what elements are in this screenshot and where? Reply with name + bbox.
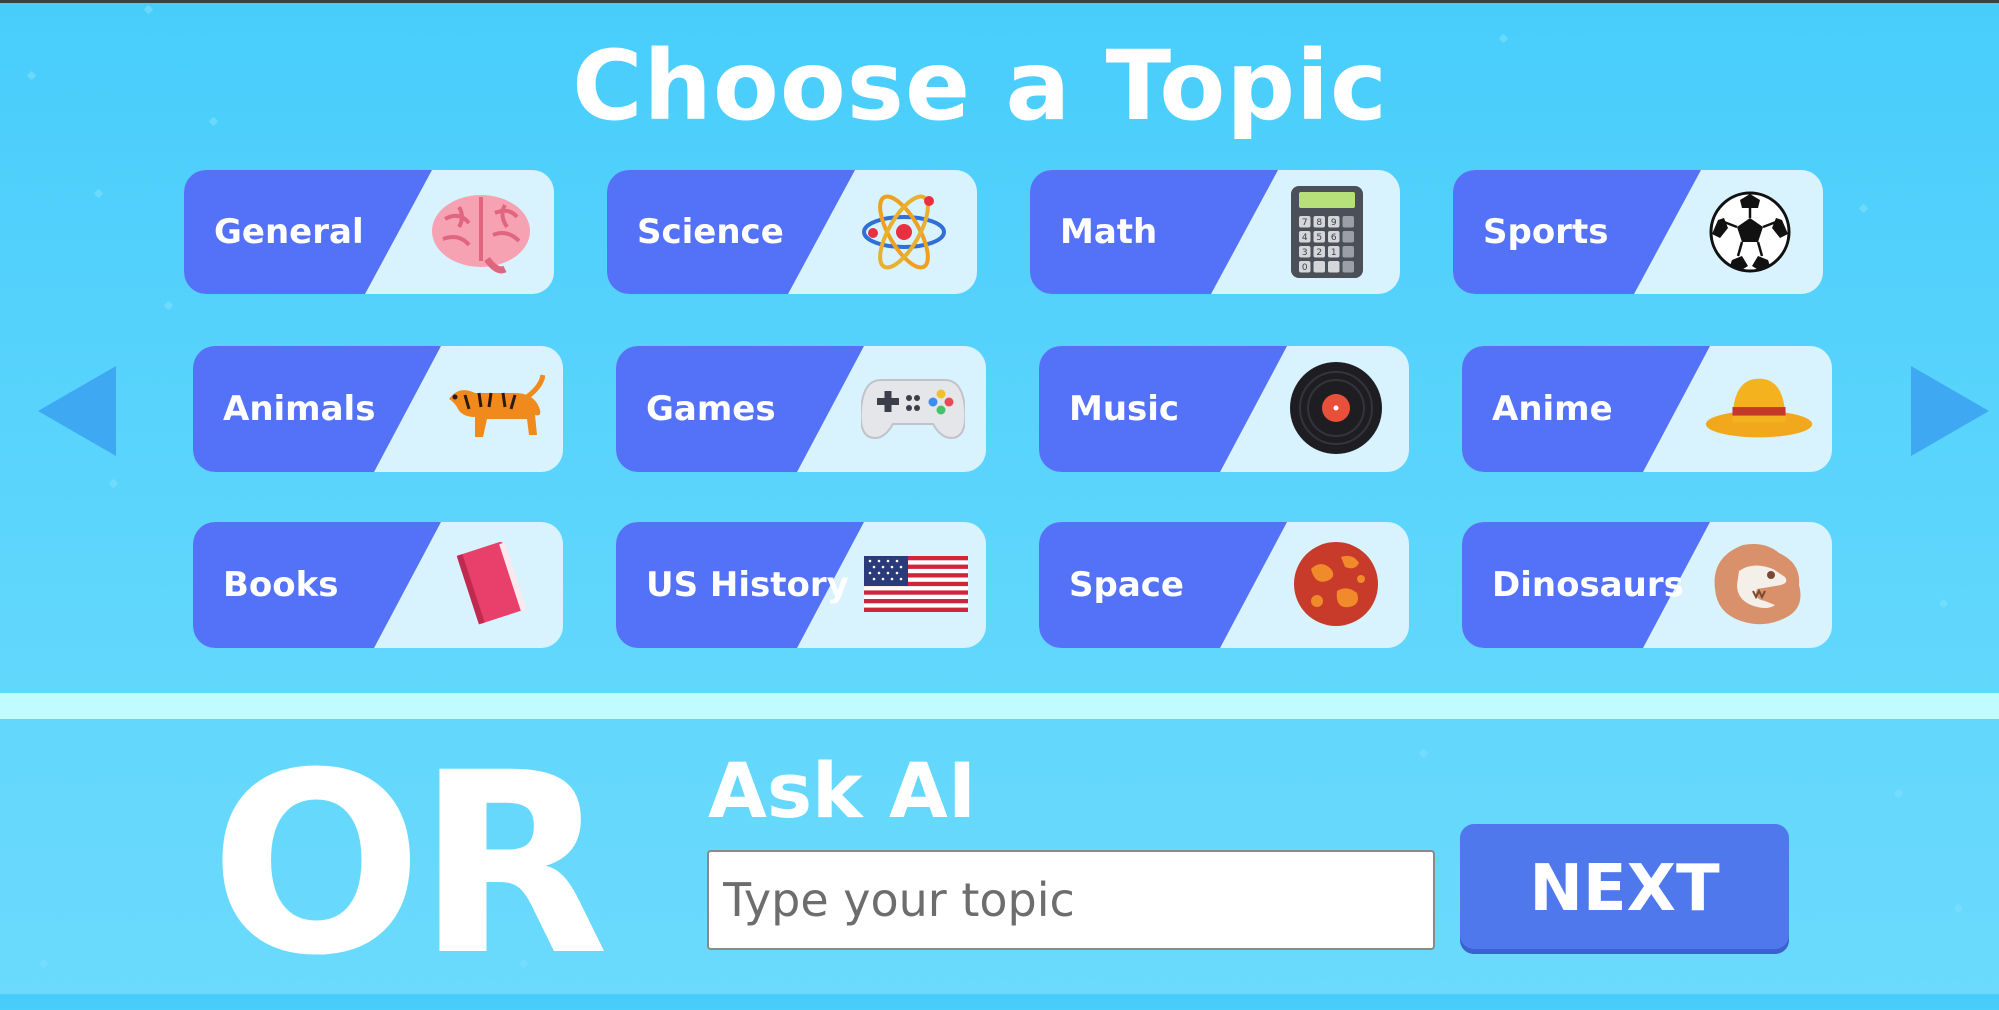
calculator-key-label: 1 bbox=[1331, 248, 1337, 258]
page-title: Choose a Topic bbox=[572, 30, 1388, 142]
gamepad-icon bbox=[858, 358, 968, 458]
sparkle-decoration bbox=[1938, 598, 1949, 609]
tiger-icon bbox=[435, 358, 545, 458]
top-border bbox=[0, 0, 1999, 3]
topic-card-general[interactable]: General bbox=[184, 170, 554, 294]
calculator-key bbox=[1328, 261, 1340, 273]
topic-input[interactable] bbox=[707, 850, 1435, 950]
atom-icon bbox=[849, 182, 959, 282]
topic-card-anime[interactable]: Anime bbox=[1462, 346, 1832, 472]
topic-card-music[interactable]: Music bbox=[1039, 346, 1409, 472]
calculator-key-label: 0 bbox=[1302, 263, 1308, 273]
topic-card-books[interactable]: Books bbox=[193, 522, 563, 648]
calculator-key-label: 3 bbox=[1302, 248, 1308, 258]
dinosaur-skull-icon bbox=[1704, 534, 1814, 634]
calculator-key bbox=[1342, 216, 1354, 228]
calculator-key bbox=[1313, 261, 1325, 273]
straw-hat-icon bbox=[1704, 358, 1814, 458]
brain-icon bbox=[426, 182, 536, 282]
topic-card-animals[interactable]: Animals bbox=[193, 346, 563, 472]
sparkle-decoration bbox=[1858, 203, 1869, 214]
vinyl-record-icon bbox=[1281, 358, 1391, 458]
topic-label: Sports bbox=[1483, 212, 1609, 252]
soccer-ball-icon bbox=[1695, 182, 1805, 282]
calculator-key bbox=[1342, 261, 1354, 273]
topic-label: Anime bbox=[1492, 389, 1613, 429]
calculator-key bbox=[1342, 231, 1354, 243]
topic-label: Games bbox=[646, 389, 776, 429]
book-icon bbox=[435, 534, 545, 634]
calculator-icon: 789 456 321 0 bbox=[1272, 182, 1382, 282]
topic-card-us-history[interactable]: US History bbox=[616, 522, 986, 648]
or-label: OR bbox=[210, 719, 609, 1010]
sparkle-decoration bbox=[143, 4, 154, 15]
calculator-key-label: 4 bbox=[1302, 233, 1308, 243]
topic-label: General bbox=[214, 212, 364, 252]
planet-icon bbox=[1281, 534, 1391, 634]
topic-label: Science bbox=[637, 212, 784, 252]
calculator-key-label: 6 bbox=[1331, 233, 1337, 243]
ask-ai-title: Ask AI bbox=[708, 746, 977, 835]
next-page-arrow-icon[interactable] bbox=[1911, 366, 1989, 456]
previous-page-arrow-icon[interactable] bbox=[38, 366, 116, 456]
section-divider bbox=[0, 693, 1999, 719]
calculator-key-label: 2 bbox=[1316, 248, 1322, 258]
sparkle-decoration bbox=[1893, 788, 1904, 799]
topic-card-sports[interactable]: Sports bbox=[1453, 170, 1823, 294]
topic-label: Music bbox=[1069, 389, 1180, 429]
topic-label: US History bbox=[646, 565, 849, 605]
us-flag-icon bbox=[864, 534, 968, 634]
topic-card-space[interactable]: Space bbox=[1039, 522, 1409, 648]
sparkle-decoration bbox=[108, 478, 119, 489]
topic-label: Animals bbox=[223, 389, 376, 429]
calculator-key-label: 5 bbox=[1316, 233, 1322, 243]
calculator-key-label: 8 bbox=[1316, 218, 1322, 228]
sparkle-decoration bbox=[1953, 903, 1964, 914]
topic-card-games[interactable]: Games bbox=[616, 346, 986, 472]
topic-label: Math bbox=[1060, 212, 1158, 252]
topic-label: Space bbox=[1069, 565, 1184, 605]
sparkle-decoration bbox=[38, 958, 49, 969]
topic-label: Dinosaurs bbox=[1492, 565, 1684, 605]
sparkle-decoration bbox=[93, 188, 104, 199]
next-button[interactable]: NEXT bbox=[1460, 824, 1789, 954]
topic-card-math[interactable]: Math 789 456 321 0 bbox=[1030, 170, 1400, 294]
topic-card-science[interactable]: Science bbox=[607, 170, 977, 294]
topic-label: Books bbox=[223, 565, 339, 605]
topic-card-dinosaurs[interactable]: Dinosaurs bbox=[1462, 522, 1832, 648]
calculator-key-label: 9 bbox=[1331, 218, 1337, 228]
calculator-key bbox=[1342, 246, 1354, 258]
sparkle-decoration bbox=[163, 300, 174, 311]
calculator-key-label: 7 bbox=[1302, 218, 1308, 228]
sparkle-decoration bbox=[1418, 748, 1429, 759]
